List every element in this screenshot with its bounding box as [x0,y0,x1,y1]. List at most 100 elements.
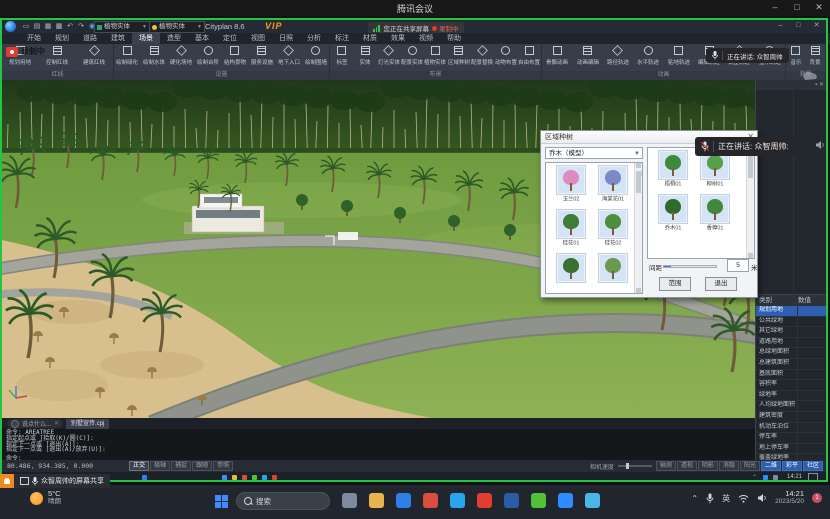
ribbon-tool[interactable]: 区域种树 [447,44,470,66]
stat-row[interactable]: 地上停车率 [756,444,827,455]
microphone-tray-icon[interactable] [706,493,714,504]
undo-icon[interactable]: ↶ [65,22,75,31]
close-icon[interactable]: ✕ [812,2,826,13]
stat-row[interactable]: 停车率 [756,433,827,444]
stat-row[interactable]: 人均绿地面积 [756,401,827,412]
view-mode-button[interactable]: 轴测 [656,461,676,471]
status-toggle[interactable]: 捕捉 [171,461,191,471]
app-close-icon[interactable]: ✕ [810,21,823,31]
plant-item[interactable]: 桂花01 [550,210,592,254]
status-toggle[interactable]: 跟随 [192,461,212,471]
exit-button[interactable]: 退出 [705,277,737,291]
menu-tab[interactable]: 建筑 [104,33,132,44]
ribbon-tool[interactable]: 绘制台阶 [195,44,222,66]
menu-tab[interactable]: 基本 [188,33,216,44]
ribbon-tool[interactable]: 硬化场地 [168,44,195,66]
menu-tab[interactable]: 规划 [48,33,76,44]
wps-icon[interactable] [477,493,492,508]
minimize-icon[interactable]: – [768,2,782,13]
menu-tab[interactable]: 定位 [216,33,244,44]
qq-icon[interactable] [450,493,465,508]
word-icon[interactable] [504,493,519,508]
stat-row[interactable]: 道路用地 [756,338,827,349]
ribbon-tool[interactable]: 水平轨迹 [633,44,663,66]
ribbon-tool[interactable]: 绘制绿化 [114,44,141,66]
ribbon-tool[interactable]: 服务设施 [248,44,275,66]
plant-item[interactable] [550,254,592,294]
plant-library-list[interactable]: 玉兰02 海棠花01 桂花01 桂花02 [545,162,643,294]
ribbon-tool[interactable]: 配景替换 [471,44,494,66]
view-mode-button[interactable]: 透视 [677,461,697,471]
ribbon-tool[interactable]: 配景实体 [400,44,423,66]
app-maximize-icon[interactable]: □ [792,21,805,31]
status-toggle[interactable]: 极轴 [150,461,170,471]
search-input[interactable]: 搜索 [236,492,330,510]
stat-row[interactable]: 基底面积 [756,370,827,381]
share-bar[interactable]: 众智周帅的屏幕共享 [0,474,110,488]
spacing-input[interactable]: 5 [727,259,749,272]
spacing-slider[interactable] [663,265,717,268]
weather-widget[interactable]: 5°C 晴朗 [30,490,61,506]
redo-icon[interactable]: ↷ [76,22,86,31]
view-mode-button[interactable]: 阳光 [740,461,760,471]
edge-browser-icon[interactable] [396,493,411,508]
ribbon-tool[interactable]: 自由布置 [518,44,541,66]
menu-tab[interactable]: 日照 [272,33,300,44]
ribbon-tool[interactable]: 贴地轨迹 [664,44,694,66]
stat-row[interactable]: 总绿地面积 [756,348,827,359]
plant-item[interactable]: 海棠花01 [592,166,634,210]
save-icon[interactable]: ▦ [43,22,53,31]
tencent-meeting-icon[interactable] [558,493,573,508]
menu-tab[interactable]: 材质 [356,33,384,44]
plant-category-select[interactable]: 乔木（模型） ▼ [545,147,643,159]
menu-tab[interactable]: 开始 [20,33,48,44]
cad-app-icon[interactable] [585,493,600,508]
wps-icon[interactable] [272,475,277,480]
tray-chevron-icon[interactable]: ⌃ [691,494,698,503]
ribbon-tool[interactable]: 建筑红线 [76,44,113,66]
volume-tray-icon[interactable] [773,475,778,480]
file-explorer-icon[interactable] [232,475,237,480]
stat-row[interactable]: 其它绿地 [756,327,827,338]
ribbon-tool[interactable]: 音乐 [786,44,806,66]
maximize-icon[interactable]: □ [790,2,804,13]
wifi-icon[interactable] [738,494,749,503]
start-button[interactable] [215,495,228,508]
range-button[interactable]: 范围 [659,277,691,291]
task-view-icon[interactable] [342,493,357,508]
ribbon-tool[interactable]: 背景 [806,44,826,66]
ribbon-tool[interactable]: 植物实体 [424,44,447,66]
stat-row[interactable]: 绿地率 [756,391,827,402]
cityplan-logo-icon[interactable] [5,21,16,32]
menu-tab[interactable]: 标注 [328,33,356,44]
plant-item[interactable]: 梧桐01 [652,151,694,195]
menu-tab[interactable]: 效果 [384,33,412,44]
edge-browser-icon[interactable] [142,475,147,480]
stat-row[interactable]: 规划用地 [756,306,827,317]
plant-item[interactable]: 香樟01 [694,195,736,239]
entity-combo-2[interactable]: 植物实体 ▼ [149,21,205,33]
taskbar-clock[interactable]: 14:21 2023/5/20 [775,490,804,506]
tencent-meeting-tray-icon[interactable] [763,475,768,480]
ribbon-tool[interactable]: 实体 [353,44,376,66]
chrome-browser-icon[interactable] [423,493,438,508]
plant-item[interactable]: 乔木01 [652,195,694,239]
menu-tab[interactable]: 道路 [76,33,104,44]
ribbon-tool[interactable]: 灯光实体 [377,44,400,66]
ribbon-tool[interactable]: 骨骼动画 [542,44,572,66]
menu-tab[interactable]: 视图 [244,33,272,44]
speaker-tray-icon[interactable] [757,493,767,503]
menu-tab[interactable]: 视频 [412,33,440,44]
view-mode-button[interactable]: 二维 [761,461,781,471]
menu-tab[interactable]: 分析 [300,33,328,44]
ribbon-tool[interactable]: 绘制水体 [141,44,168,66]
plant-item[interactable] [592,254,634,294]
entity-combo-1[interactable]: 植物实体 ▼ [94,21,150,33]
project-file-tab[interactable]: 别墅宣传.cpj [66,419,109,429]
notification-badge[interactable]: 1 [812,493,822,503]
ribbon-tool[interactable]: 动物布置 [494,44,517,66]
app-minimize-icon[interactable]: – [774,21,787,31]
view-mode-button[interactable]: 社区 [803,461,823,471]
menu-tab[interactable]: 造型 [160,33,188,44]
view-mode-button[interactable]: 消隐 [719,461,739,471]
